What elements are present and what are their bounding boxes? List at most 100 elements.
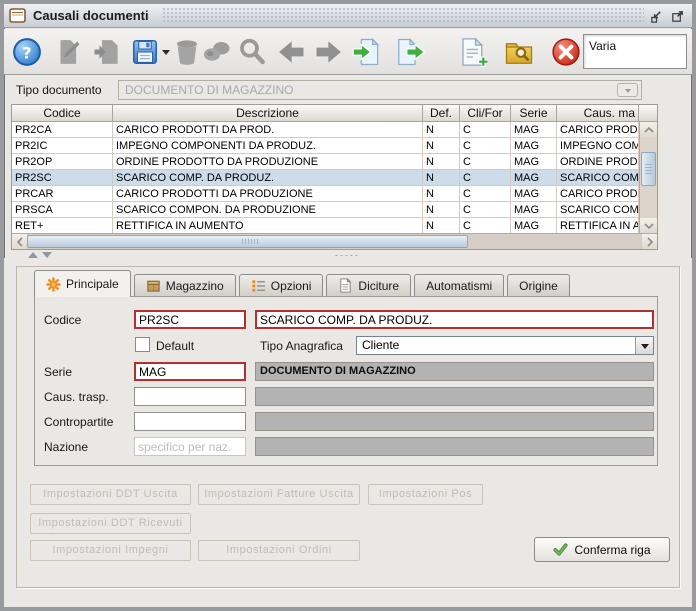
impostazioni-ddt-uscita-button[interactable]: Impostazioni DDT Uscita — [30, 484, 191, 505]
binoculars-icon[interactable] — [202, 37, 232, 67]
save-icon[interactable] — [130, 37, 160, 67]
column-header-clifor[interactable]: Cli/For — [460, 105, 511, 122]
cell-serie[interactable]: MAG — [511, 170, 557, 186]
new-document-icon[interactable] — [458, 36, 488, 67]
scroll-up-button[interactable] — [640, 122, 657, 137]
cell-serie[interactable]: MAG — [511, 186, 557, 202]
cell-def[interactable]: N — [423, 218, 460, 233]
cell-descrizione[interactable]: IMPEGNO COMPONENTI DA PRODUZ. — [113, 138, 423, 154]
cell-codice[interactable]: PR2SC — [12, 170, 113, 186]
impostazioni-impegni-button[interactable]: Impostazioni Impegni — [30, 540, 191, 561]
cell-codice[interactable]: PRCAR — [12, 186, 113, 202]
cell-serie[interactable]: MAG — [511, 154, 557, 170]
tab-origine[interactable]: Origine — [507, 274, 570, 296]
codice-description-input[interactable] — [255, 310, 654, 329]
table-row[interactable]: PR2IC IMPEGNO COMPONENTI DA PRODUZ. N C … — [12, 138, 639, 154]
document-export-icon[interactable] — [395, 37, 425, 67]
horizontal-scrollbar-thumb[interactable] — [27, 235, 468, 248]
document-import-icon[interactable] — [352, 37, 382, 67]
column-header-codice[interactable]: Codice — [12, 105, 113, 122]
search-icon[interactable] — [237, 37, 267, 67]
archive-search-icon[interactable] — [504, 37, 534, 67]
next-icon[interactable] — [314, 37, 344, 67]
previous-icon[interactable] — [276, 37, 306, 67]
tab-principale[interactable]: Principale — [34, 270, 131, 297]
tipo-anagrafica-dropdown-button[interactable] — [635, 337, 653, 354]
column-header-descrizione[interactable]: Descrizione — [113, 105, 423, 122]
cell-serie[interactable]: MAG — [511, 202, 557, 218]
cell-clifor[interactable]: C — [460, 138, 511, 154]
cell-serie[interactable]: MAG — [511, 138, 557, 154]
cell-clifor[interactable]: C — [460, 218, 511, 233]
split-divider[interactable] — [4, 251, 692, 258]
cell-clifor[interactable]: C — [460, 170, 511, 186]
serie-input[interactable] — [134, 362, 246, 381]
cell-codice[interactable]: PRSCA — [12, 202, 113, 218]
cell-caus-mag[interactable]: SCARICO COMP. D — [557, 202, 639, 218]
horizontal-scrollbar[interactable] — [12, 233, 657, 249]
cell-def[interactable]: N — [423, 154, 460, 170]
codice-input[interactable] — [134, 310, 246, 329]
copy-document-icon[interactable] — [92, 37, 122, 67]
save-menu-arrow-icon[interactable] — [160, 37, 172, 67]
cancel-icon[interactable] — [551, 37, 581, 67]
tab-magazzino[interactable]: Magazzino — [133, 274, 236, 296]
cell-serie[interactable]: MAG — [511, 122, 557, 138]
cell-clifor[interactable]: C — [460, 154, 511, 170]
nazione-input[interactable] — [134, 437, 246, 456]
vertical-scrollbar[interactable] — [639, 122, 657, 233]
cell-clifor[interactable]: C — [460, 186, 511, 202]
cell-codice[interactable]: PR2OP — [12, 154, 113, 170]
table-row[interactable]: PRCAR CARICO PRODOTTI DA PRODUZIONE N C … — [12, 186, 639, 202]
column-header-def[interactable]: Def. — [423, 105, 460, 122]
table-row[interactable]: RET+ RETTIFICA IN AUMENTO N C MAG RETTIF… — [12, 218, 639, 233]
table-row[interactable]: PRSCA SCARICO COMPON. DA PRODUZIONE N C … — [12, 202, 639, 218]
impostazioni-pos-button[interactable]: Impostazioni Pos — [368, 484, 483, 505]
impostazioni-fatture-uscita-button[interactable]: Impostazioni Fatture Uscita — [198, 484, 360, 505]
column-header-caus-mag[interactable]: Caus. ma — [557, 105, 639, 122]
table-row-selected[interactable]: PR2SC SCARICO COMP. DA PRODUZ. N C MAG S… — [12, 170, 639, 186]
cell-caus-mag[interactable]: RETTIFICA IN AUM — [557, 218, 639, 233]
table-row[interactable]: PR2CA CARICO PRODOTTI DA PROD. N C MAG C… — [12, 122, 639, 138]
titlebar[interactable]: Causali documenti — [4, 4, 692, 28]
impostazioni-ordini-button[interactable]: Impostazioni Ordini — [198, 540, 360, 561]
caus-trasp-input[interactable] — [134, 387, 246, 406]
column-header-serie[interactable]: Serie — [511, 105, 557, 122]
tab-diciture[interactable]: Diciture — [326, 274, 412, 296]
iconify-button[interactable] — [647, 7, 665, 25]
cell-caus-mag[interactable]: IMPEGNO COMPO — [557, 138, 639, 154]
tab-opzioni[interactable]: Opzioni — [238, 274, 324, 296]
cell-def[interactable]: N — [423, 170, 460, 186]
cell-serie[interactable]: MAG — [511, 218, 557, 233]
cell-descrizione[interactable]: RETTIFICA IN AUMENTO — [113, 218, 423, 233]
cell-descrizione[interactable]: CARICO PRODOTTI DA PRODUZIONE — [113, 186, 423, 202]
maximize-button[interactable] — [668, 7, 686, 25]
toolbar-text-field[interactable]: Varia — [583, 34, 687, 69]
cell-codice[interactable]: PR2IC — [12, 138, 113, 154]
tipo-documento-select[interactable]: DOCUMENTO DI MAGAZZINO — [118, 80, 642, 100]
cell-descrizione[interactable]: CARICO PRODOTTI DA PROD. — [113, 122, 423, 138]
cell-def[interactable]: N — [423, 202, 460, 218]
cell-codice[interactable]: RET+ — [12, 218, 113, 233]
help-icon[interactable]: ? — [12, 37, 42, 67]
cell-clifor[interactable]: C — [460, 122, 511, 138]
cell-def[interactable]: N — [423, 122, 460, 138]
cell-caus-mag[interactable]: CARICO PRODOT — [557, 186, 639, 202]
cell-def[interactable]: N — [423, 138, 460, 154]
cell-descrizione[interactable]: SCARICO COMPON. DA PRODUZIONE — [113, 202, 423, 218]
default-checkbox[interactable] — [135, 337, 150, 352]
contropartite-input[interactable] — [134, 412, 246, 431]
tipo-documento-dropdown-button[interactable] — [617, 83, 638, 97]
tipo-anagrafica-select[interactable]: Cliente — [356, 336, 654, 355]
cell-codice[interactable]: PR2CA — [12, 122, 113, 138]
conferma-riga-button[interactable]: Conferma riga — [534, 537, 670, 562]
cell-descrizione[interactable]: ORDINE PRODOTTO DA PRODUZIONE — [113, 154, 423, 170]
tab-automatismi[interactable]: Automatismi — [414, 274, 505, 296]
cell-descrizione[interactable]: SCARICO COMP. DA PRODUZ. — [113, 170, 423, 186]
delete-icon[interactable] — [172, 37, 202, 67]
cell-clifor[interactable]: C — [460, 202, 511, 218]
table-row[interactable]: PR2OP ORDINE PRODOTTO DA PRODUZIONE N C … — [12, 154, 639, 170]
scroll-right-button[interactable] — [642, 234, 657, 249]
edit-document-icon[interactable] — [53, 37, 83, 67]
scroll-left-button[interactable] — [12, 234, 27, 249]
